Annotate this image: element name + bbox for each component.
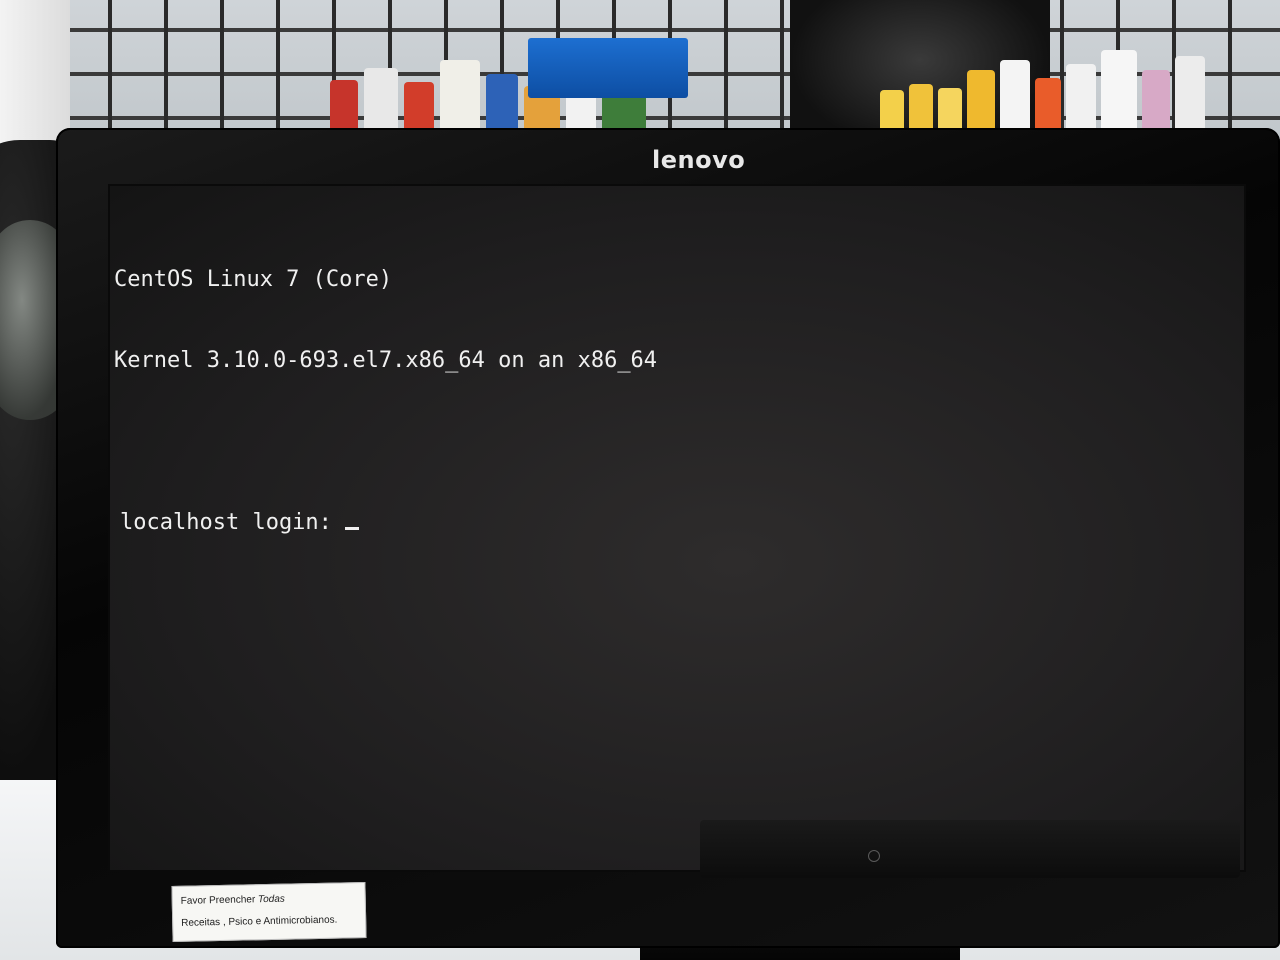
sticker-line-2: Receitas , Psico e Antimicrobianos. (181, 914, 338, 929)
sticker-line-1-text: Favor Preencher (180, 894, 259, 907)
console-terminal[interactable]: CentOS Linux 7 (Core) Kernel 3.10.0-693.… (114, 212, 657, 590)
power-icon[interactable] (868, 850, 880, 862)
kernel-version-line: Kernel 3.10.0-693.el7.x86_64 on an x86_6… (114, 348, 658, 373)
photo-scene: lenovo CentOS Linux 7 (Core) Kernel 3.10… (0, 0, 1280, 960)
product-sign (528, 38, 688, 98)
login-prompt-row[interactable]: localhost login: (120, 509, 657, 536)
monitor-brand-logo: lenovo (652, 146, 746, 174)
os-release-line: CentOS Linux 7 (Core) (114, 267, 393, 292)
shelf-products-right (880, 40, 1280, 140)
login-prompt: localhost login: (120, 510, 346, 535)
sticker-line-1-emphasis: Todas (257, 893, 285, 906)
text-cursor[interactable] (345, 527, 360, 530)
monitor-control-panel (700, 820, 1240, 878)
monitor-screen[interactable]: CentOS Linux 7 (Core) Kernel 3.10.0-693.… (108, 184, 1246, 872)
sticker-note: Favor Preencher Todas Receitas , Psico e… (171, 881, 367, 943)
